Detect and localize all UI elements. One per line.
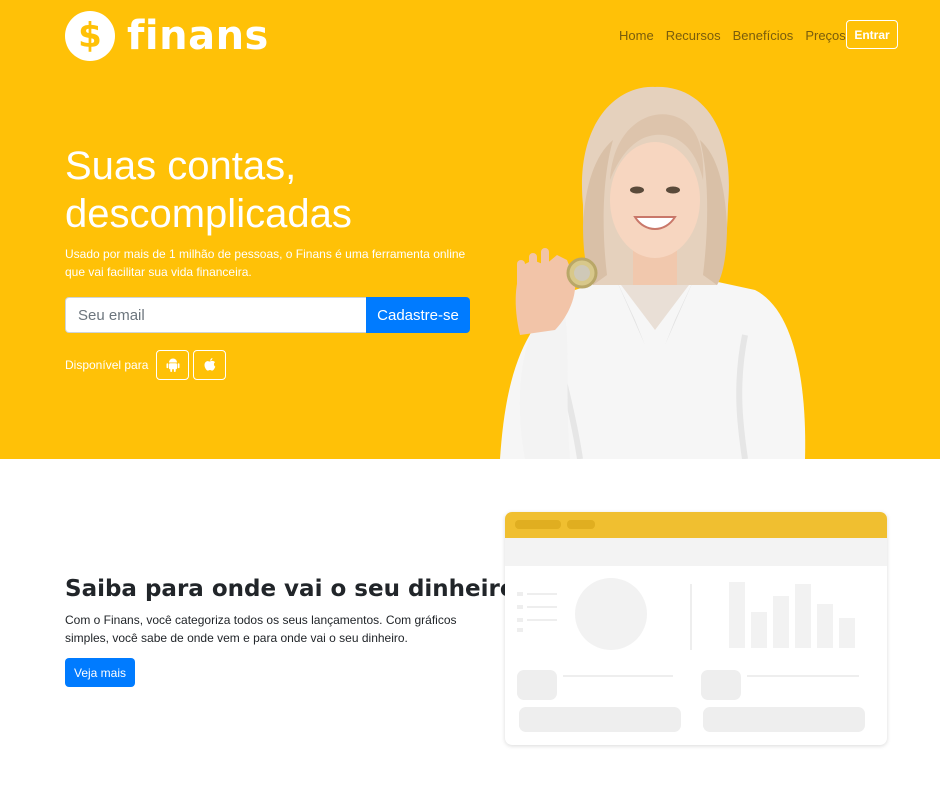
woman-holding-coin-image (500, 86, 806, 459)
dollar-icon: $ (65, 11, 115, 61)
signup-button[interactable]: Cadastre-se (366, 297, 470, 333)
android-icon (166, 358, 180, 372)
platform-availability: Disponível para (65, 350, 227, 380)
nav-precos[interactable]: Preços (805, 28, 845, 44)
ios-button[interactable] (193, 350, 227, 380)
available-label: Disponível para (65, 358, 149, 372)
android-button[interactable] (156, 350, 190, 380)
feature-title: Saiba para onde vai o seu dinheiro (65, 576, 516, 602)
hero-section: $ finans Home Recursos Benefícios Preços… (0, 0, 940, 459)
hero-title: Suas contas, descomplicadas (65, 144, 352, 236)
dashboard-mockup-graphic (505, 512, 887, 732)
see-more-button[interactable]: Veja mais (65, 658, 135, 687)
email-input[interactable] (65, 297, 366, 333)
main-nav: Home Recursos Benefícios Preços (619, 28, 858, 44)
nav-beneficios[interactable]: Benefícios (733, 28, 794, 44)
login-button[interactable]: Entrar (846, 20, 898, 49)
hero-subtitle: Usado por mais de 1 milhão de pessoas, o… (65, 247, 466, 279)
brand-name: finans (127, 13, 269, 59)
signup-form: Cadastre-se (65, 297, 470, 333)
dashboard-illustration (505, 512, 887, 745)
brand-logo[interactable]: $ finans (65, 11, 269, 61)
nav-recursos[interactable]: Recursos (666, 28, 721, 44)
apple-icon (204, 358, 216, 371)
feature-text: Com o Finans, você categoriza todos os s… (65, 613, 457, 645)
nav-home[interactable]: Home (619, 28, 654, 44)
